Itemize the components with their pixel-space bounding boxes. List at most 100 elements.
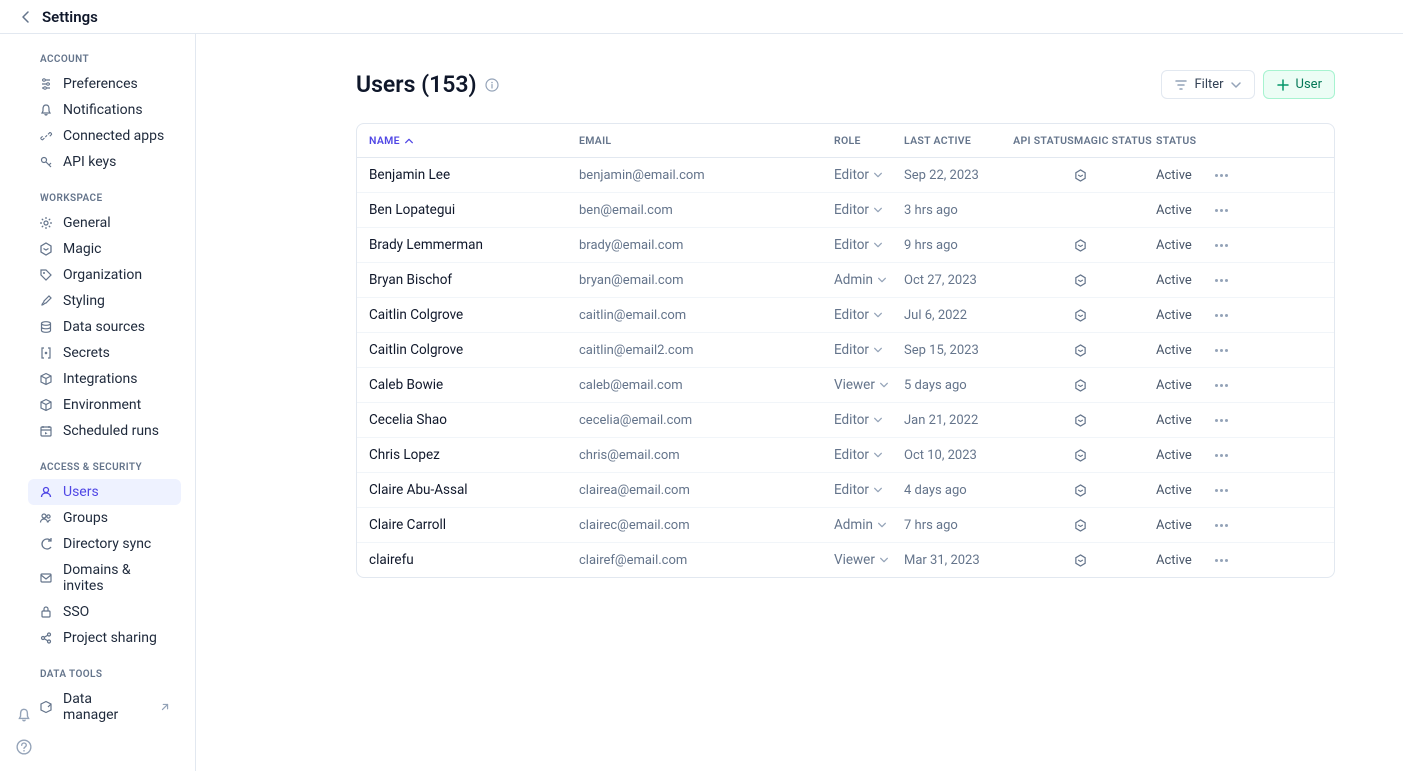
last-active: 9 hrs ago [904,238,1006,253]
sort-asc-chevron-up-icon [404,136,414,146]
gear-icon [38,216,53,231]
sidebar-item-notifications[interactable]: Notifications [28,97,181,123]
user-status: Active [1156,238,1206,253]
filter-button[interactable]: Filter [1161,70,1254,99]
sidebar-item-secrets[interactable]: Secrets [28,340,181,366]
sidebar-item-magic[interactable]: Magic [28,236,181,262]
user-email: clairec@email.com [579,518,834,533]
sidebar-item-project-sharing[interactable]: Project sharing [28,625,181,651]
sidebar-item-groups[interactable]: Groups [28,505,181,531]
sidebar-item-domains-invites[interactable]: Domains & invites [28,557,181,599]
chevron-down-icon [873,170,883,180]
row-actions-button[interactable] [1206,559,1236,562]
external-link-icon [159,701,171,713]
hex-icon [1074,344,1087,357]
magic-status [1074,414,1156,427]
user-status: Active [1156,378,1206,393]
column-header-email[interactable]: EMAIL [579,134,834,147]
sidebar-item-scheduled-runs[interactable]: Scheduled runs [28,418,181,444]
sidebar-item-general[interactable]: General [28,210,181,236]
row-actions-button[interactable] [1206,279,1236,282]
sidebar-item-label: Connected apps [63,128,164,144]
sidebar-item-data-manager[interactable]: Data manager [28,686,181,728]
table-row: Benjamin Leebenjamin@email.comEditorSep … [357,158,1334,193]
back-chevron-icon[interactable] [18,9,34,25]
sidebar: ACCOUNTPreferencesNotificationsConnected… [0,34,196,771]
column-header-status[interactable]: STATUS [1156,134,1206,147]
sidebar-item-styling[interactable]: Styling [28,288,181,314]
chevron-down-icon [873,240,883,250]
table-row: Claire Abu-Assalclairea@email.comEditor4… [357,473,1334,508]
role-dropdown[interactable]: Editor [834,202,904,218]
role-dropdown[interactable]: Viewer [834,377,904,393]
sliders-icon [38,77,53,92]
sidebar-item-label: API keys [63,154,116,170]
add-user-button[interactable]: User [1263,70,1335,99]
sidebar-item-sso[interactable]: SSO [28,599,181,625]
sidebar-item-integrations[interactable]: Integrations [28,366,181,392]
role-dropdown[interactable]: Admin [834,272,904,288]
row-actions-button[interactable] [1206,314,1236,317]
row-actions-button[interactable] [1206,419,1236,422]
user-name: Bryan Bischof [369,272,579,288]
role-dropdown[interactable]: Editor [834,237,904,253]
sidebar-item-connected-apps[interactable]: Connected apps [28,123,181,149]
user-icon [38,485,53,500]
add-user-label: User [1296,77,1322,92]
user-email: caitlin@email2.com [579,343,834,358]
row-actions-button[interactable] [1206,384,1236,387]
role-dropdown[interactable]: Editor [834,412,904,428]
info-icon[interactable] [485,78,499,92]
chevron-down-icon [873,345,883,355]
user-email: caleb@email.com [579,378,834,393]
sidebar-item-api-keys[interactable]: API keys [28,149,181,175]
column-header-name[interactable]: NAME [369,134,579,147]
hex-icon [1074,309,1087,322]
sidebar-item-directory-sync[interactable]: Directory sync [28,531,181,557]
last-active: 7 hrs ago [904,518,1006,533]
column-header-last-active[interactable]: LAST ACTIVE [904,134,1006,147]
user-name: Claire Carroll [369,517,579,533]
table-row: Cecelia Shaocecelia@email.comEditorJan 2… [357,403,1334,438]
chevron-down-icon [877,520,887,530]
row-actions-button[interactable] [1206,454,1236,457]
row-actions-button[interactable] [1206,174,1236,177]
row-actions-button[interactable] [1206,244,1236,247]
row-actions-button[interactable] [1206,489,1236,492]
user-email: clairef@email.com [579,553,834,568]
magic-status [1074,239,1156,252]
role-dropdown[interactable]: Editor [834,167,904,183]
role-dropdown[interactable]: Admin [834,517,904,533]
sidebar-item-preferences[interactable]: Preferences [28,71,181,97]
role-dropdown[interactable]: Viewer [834,552,904,568]
data-manager-icon [38,700,53,715]
user-name: Chris Lopez [369,447,579,463]
row-actions-button[interactable] [1206,209,1236,212]
column-header-api-status[interactable]: API STATUS [1006,134,1074,147]
sidebar-item-label: Styling [63,293,105,309]
link-icon [38,129,53,144]
calendar-play-icon [38,424,53,439]
role-dropdown[interactable]: Editor [834,482,904,498]
share-icon [38,631,53,646]
sidebar-item-environment[interactable]: Environment [28,392,181,418]
sidebar-item-data-sources[interactable]: Data sources [28,314,181,340]
sidebar-item-organization[interactable]: Organization [28,262,181,288]
row-actions-button[interactable] [1206,349,1236,352]
chevron-down-icon [873,450,883,460]
role-dropdown[interactable]: Editor [834,447,904,463]
more-horizontal-icon [1215,524,1228,527]
role-dropdown[interactable]: Editor [834,307,904,323]
row-actions-button[interactable] [1206,524,1236,527]
notifications-bell-icon[interactable] [14,705,34,725]
user-name: Caleb Bowie [369,377,579,393]
more-horizontal-icon [1215,489,1228,492]
magic-status [1074,169,1156,182]
column-header-magic-status[interactable]: MAGIC STATUS [1074,134,1156,147]
role-label: Editor [834,202,869,218]
role-dropdown[interactable]: Editor [834,342,904,358]
column-header-role[interactable]: ROLE [834,134,904,147]
help-icon[interactable] [14,737,34,757]
sidebar-item-users[interactable]: Users [28,479,181,505]
last-active: Oct 27, 2023 [904,273,1006,288]
